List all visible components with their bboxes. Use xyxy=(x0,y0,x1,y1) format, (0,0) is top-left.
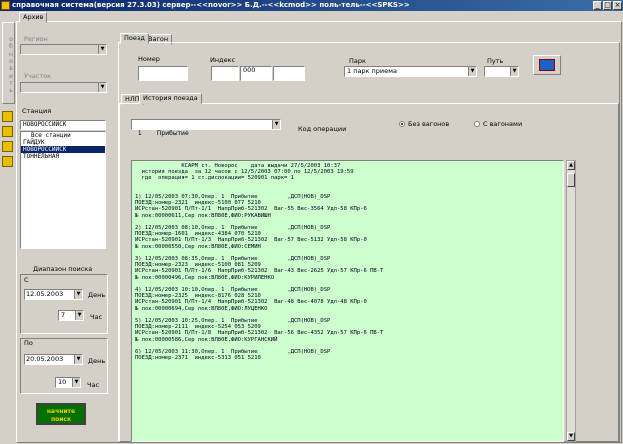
from-date-input[interactable]: 12.05.2003 ▼ xyxy=(24,289,83,300)
operation-select[interactable]: 1 Прибытие ▼ xyxy=(131,119,281,137)
range-label: Диапазон поиска xyxy=(33,265,93,273)
to-hour-select[interactable]: 10 ▼ xyxy=(55,377,81,388)
index-part2-input[interactable]: 000 xyxy=(240,66,272,81)
index-part3-input[interactable] xyxy=(273,66,305,81)
tab-train-history[interactable]: История поезда xyxy=(139,93,202,104)
chevron-down-icon: ▼ xyxy=(74,355,82,364)
to-hour-value: 10 xyxy=(58,378,67,386)
station-list-item[interactable]: ГАЙДУК xyxy=(21,139,105,146)
refresh-button[interactable]: обновить xyxy=(2,22,15,104)
scroll-down-arrow-icon[interactable]: ▼ xyxy=(567,432,575,441)
from-hour-value: 7 xyxy=(61,311,66,319)
close-button[interactable]: × xyxy=(613,1,622,10)
title-bar: справочная система(версия 27.3.03) серве… xyxy=(0,0,623,11)
park-value: 1 парк приема xyxy=(347,67,398,75)
report-text: КСАРМ ст. Новорос дата выдачи 27/5/2003 … xyxy=(135,163,384,362)
chevron-down-icon: ▼ xyxy=(72,378,80,387)
app-icon xyxy=(1,1,10,10)
region-select[interactable]: ▼ xyxy=(20,44,107,55)
chevron-down-icon: ▼ xyxy=(98,45,106,54)
maximize-button[interactable]: □ xyxy=(603,1,612,10)
from-label: С xyxy=(24,276,29,284)
from-hour-label: Час xyxy=(90,313,103,321)
tab-archive[interactable]: Архив xyxy=(19,12,48,23)
operation-label: Код операции xyxy=(298,125,347,133)
report-scrollbar[interactable]: ▲ ▼ xyxy=(566,160,576,442)
station-list-item[interactable]: НОВОРОССИЙСК xyxy=(21,146,105,153)
path-label: Путь xyxy=(487,57,504,65)
bulb-icon[interactable] xyxy=(2,156,13,167)
from-day-label: День xyxy=(88,291,106,299)
path-select[interactable]: ▼ xyxy=(484,66,519,77)
from-group xyxy=(20,274,108,334)
station-input[interactable]: НОВОРОССИЙСК xyxy=(20,120,106,130)
with-wagons-label: С вагонами xyxy=(483,120,523,128)
refresh-button-letter: и xyxy=(9,72,13,80)
to-day-label: День xyxy=(88,357,106,365)
scroll-thumb[interactable] xyxy=(567,173,575,187)
to-date-value: 20.05.2003 xyxy=(26,355,64,363)
window-title: справочная система(версия 27.3.03) серве… xyxy=(12,1,410,9)
start-search-button[interactable]: начните поиск xyxy=(36,403,86,425)
area-select[interactable]: ▼ xyxy=(20,82,107,93)
number-input[interactable] xyxy=(138,66,188,81)
without-wagons-label: Без вагонов xyxy=(408,120,450,128)
chevron-down-icon: ▼ xyxy=(74,290,82,299)
station-list-item[interactable]: Все станции xyxy=(21,132,105,139)
park-select[interactable]: 1 парк приема ▼ xyxy=(344,66,477,77)
refresh-button-letter: б xyxy=(9,43,13,51)
refresh-button-letter: ь xyxy=(9,87,13,95)
chevron-down-icon: ▼ xyxy=(98,83,106,92)
area-label: Участок xyxy=(24,72,52,80)
to-hour-label: Час xyxy=(87,381,100,389)
tab-train[interactable]: Поезд xyxy=(120,33,149,44)
operation-value: 1 Прибытие xyxy=(137,130,189,137)
printer-icon xyxy=(539,59,555,71)
index-part1-input[interactable] xyxy=(211,66,239,81)
station-label: Станция xyxy=(22,107,52,115)
from-hour-select[interactable]: 7 ▼ xyxy=(58,310,84,321)
number-label: Номер xyxy=(138,55,160,63)
region-label: Регион xyxy=(24,35,48,43)
wrench-icon[interactable] xyxy=(2,126,13,137)
station-list[interactable]: Все станции ГАЙДУК НОВОРОССИЙСК ТОННЕЛЬНАЯ xyxy=(20,131,106,249)
scroll-up-arrow-icon[interactable]: ▲ xyxy=(567,161,575,170)
index-label: Индекс xyxy=(210,56,236,64)
chevron-down-icon: ▼ xyxy=(75,311,83,320)
minimize-button[interactable]: _ xyxy=(593,1,602,10)
to-date-input[interactable]: 20.05.2003 ▼ xyxy=(24,354,83,365)
train-icon[interactable] xyxy=(2,141,13,152)
chevron-down-icon: ▼ xyxy=(468,67,476,76)
to-label: По xyxy=(24,339,33,347)
chevron-down-icon: ▼ xyxy=(510,67,518,76)
print-button[interactable] xyxy=(533,55,561,75)
refresh-button-letter: н xyxy=(9,50,13,58)
station-list-item[interactable]: ТОННЕЛЬНАЯ xyxy=(21,153,105,160)
without-wagons-radio[interactable] xyxy=(399,121,405,127)
refresh-button-letter: в xyxy=(9,65,13,73)
pencil-icon[interactable] xyxy=(2,111,13,122)
history-report[interactable]: КСАРМ ст. Новорос дата выдачи 27/5/2003 … xyxy=(131,160,564,442)
chevron-down-icon: ▼ xyxy=(272,120,280,129)
park-label: Парк xyxy=(349,57,366,65)
with-wagons-radio[interactable] xyxy=(474,121,480,127)
from-date-value: 12.05.2003 xyxy=(26,290,64,298)
